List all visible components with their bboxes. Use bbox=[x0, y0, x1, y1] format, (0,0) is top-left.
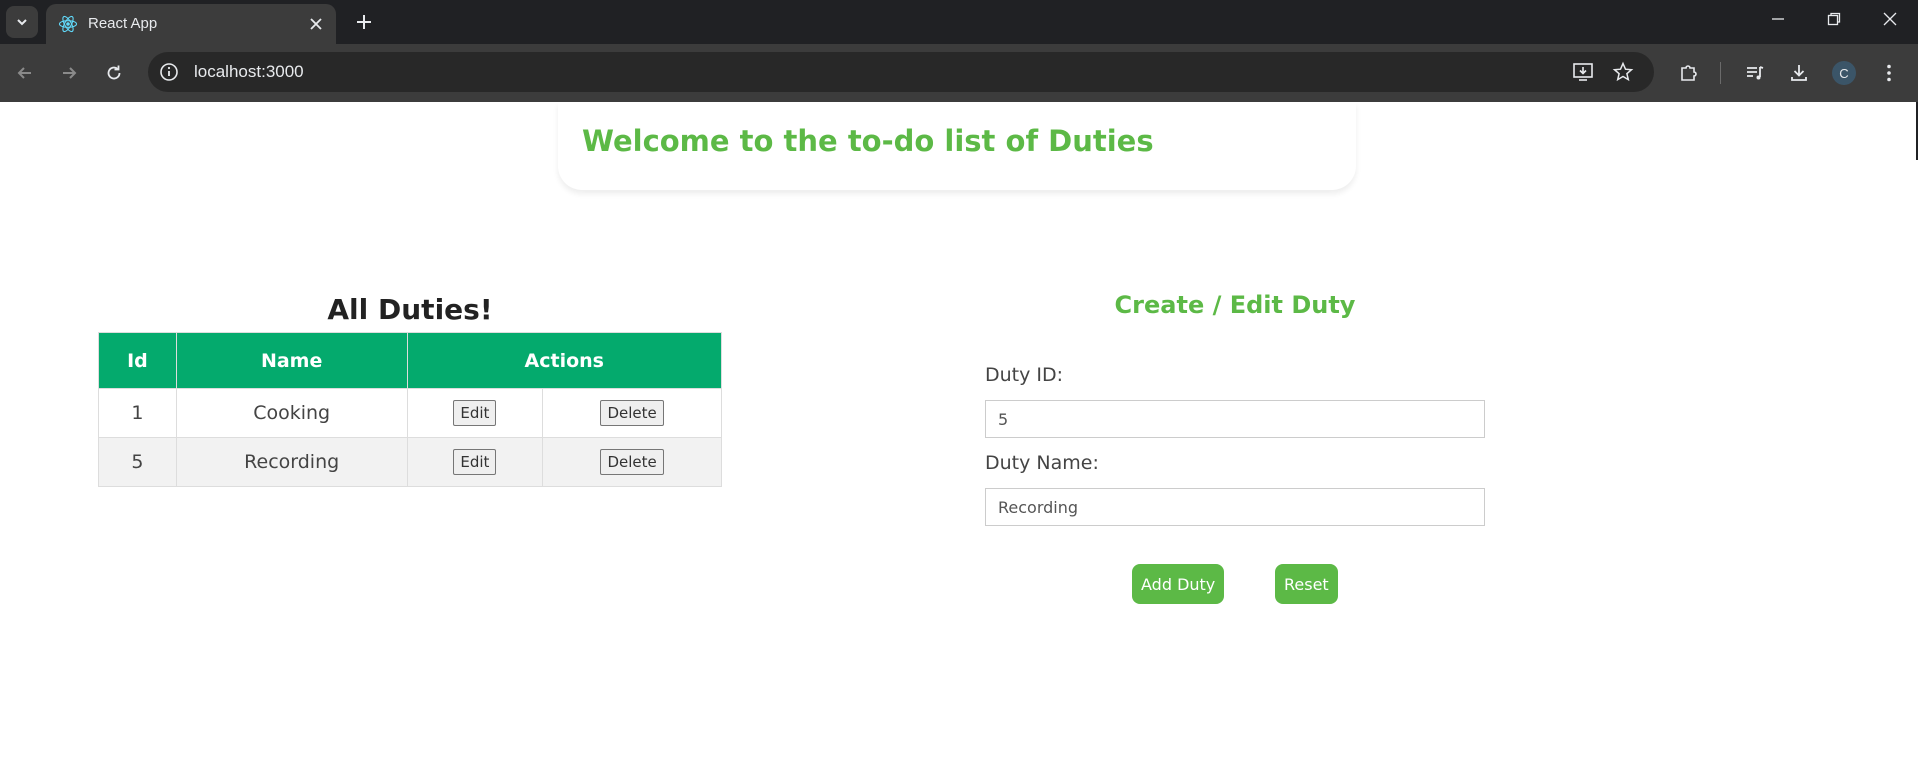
queue-music-icon bbox=[1747, 66, 1764, 80]
duty-name-cell: Cooking bbox=[175, 388, 408, 438]
duty-id-input[interactable] bbox=[985, 400, 1485, 438]
site-info-icon[interactable] bbox=[158, 61, 180, 83]
chevron-down-icon bbox=[17, 19, 27, 26]
media-control-button[interactable] bbox=[1742, 60, 1768, 86]
duties-table: Id Name Actions 1 Cooking Edit Delete 5 … bbox=[98, 332, 722, 487]
edit-cell: Edit bbox=[406, 437, 544, 487]
delete-button[interactable]: Delete bbox=[600, 400, 664, 426]
back-button[interactable] bbox=[12, 60, 38, 86]
arrow-right-icon bbox=[63, 67, 77, 79]
page-content: Welcome to the to-do list of Duties All … bbox=[0, 102, 1918, 765]
puzzle-icon bbox=[1681, 65, 1697, 81]
page-title: Welcome to the to-do list of Duties bbox=[582, 124, 1154, 158]
browser-toolbar: localhost:3000 C bbox=[0, 44, 1918, 102]
bookmark-star-icon[interactable] bbox=[1612, 61, 1634, 83]
browser-tab-bar: React App bbox=[0, 0, 1918, 44]
duty-id-cell: 5 bbox=[98, 437, 177, 487]
reload-button[interactable] bbox=[101, 60, 127, 86]
downloads-button[interactable] bbox=[1786, 60, 1812, 86]
table-row: 5 Recording Edit Delete bbox=[98, 437, 722, 487]
add-duty-button[interactable]: Add Duty bbox=[1132, 564, 1225, 604]
install-app-icon[interactable] bbox=[1572, 61, 1594, 83]
restore-icon bbox=[1827, 12, 1841, 26]
new-tab-icon[interactable] bbox=[350, 8, 378, 36]
reset-button[interactable]: Reset bbox=[1275, 564, 1338, 604]
close-icon bbox=[1883, 12, 1897, 26]
duty-id-cell: 1 bbox=[98, 388, 177, 438]
edit-button[interactable]: Edit bbox=[453, 449, 497, 475]
extensions-button[interactable] bbox=[1676, 60, 1702, 86]
duty-name-label: Duty Name: bbox=[985, 452, 1099, 474]
profile-avatar[interactable]: C bbox=[1832, 61, 1856, 85]
column-header-name: Name bbox=[175, 332, 408, 389]
download-icon bbox=[1791, 65, 1807, 81]
edit-button[interactable]: Edit bbox=[453, 400, 497, 426]
close-tab-icon[interactable] bbox=[306, 14, 326, 34]
arrow-left-icon bbox=[17, 67, 31, 79]
react-logo-icon bbox=[58, 15, 78, 33]
tab-title: React App bbox=[88, 15, 158, 32]
minimize-icon bbox=[1772, 18, 1784, 20]
delete-cell: Delete bbox=[542, 437, 722, 487]
more-vertical-icon bbox=[1887, 64, 1891, 82]
duty-id-label: Duty ID: bbox=[985, 364, 1064, 386]
table-header-row: Id Name Actions bbox=[98, 332, 722, 389]
column-header-actions: Actions bbox=[406, 332, 722, 389]
edit-cell: Edit bbox=[406, 388, 544, 438]
reload-icon bbox=[107, 65, 121, 80]
browser-tab[interactable]: React App bbox=[46, 4, 336, 44]
browser-menu-button[interactable] bbox=[1876, 60, 1902, 86]
close-window-button[interactable] bbox=[1862, 0, 1918, 38]
table-row: 1 Cooking Edit Delete bbox=[98, 388, 722, 438]
delete-button[interactable]: Delete bbox=[600, 449, 664, 475]
minimize-window-button[interactable] bbox=[1750, 0, 1806, 38]
forward-button[interactable] bbox=[56, 60, 82, 86]
delete-cell: Delete bbox=[542, 388, 722, 438]
duty-name-cell: Recording bbox=[175, 437, 408, 487]
header-card: Welcome to the to-do list of Duties bbox=[558, 102, 1356, 190]
form-title: Create / Edit Duty bbox=[1114, 291, 1356, 319]
address-bar[interactable]: localhost:3000 bbox=[148, 52, 1654, 92]
column-header-id: Id bbox=[98, 332, 177, 389]
url-text[interactable]: localhost:3000 bbox=[194, 62, 304, 82]
duty-name-input[interactable] bbox=[985, 488, 1485, 526]
duties-table-title: All Duties! bbox=[327, 293, 493, 326]
tab-search-button[interactable] bbox=[6, 6, 38, 38]
toolbar-divider bbox=[1720, 62, 1721, 84]
restore-window-button[interactable] bbox=[1806, 0, 1862, 38]
